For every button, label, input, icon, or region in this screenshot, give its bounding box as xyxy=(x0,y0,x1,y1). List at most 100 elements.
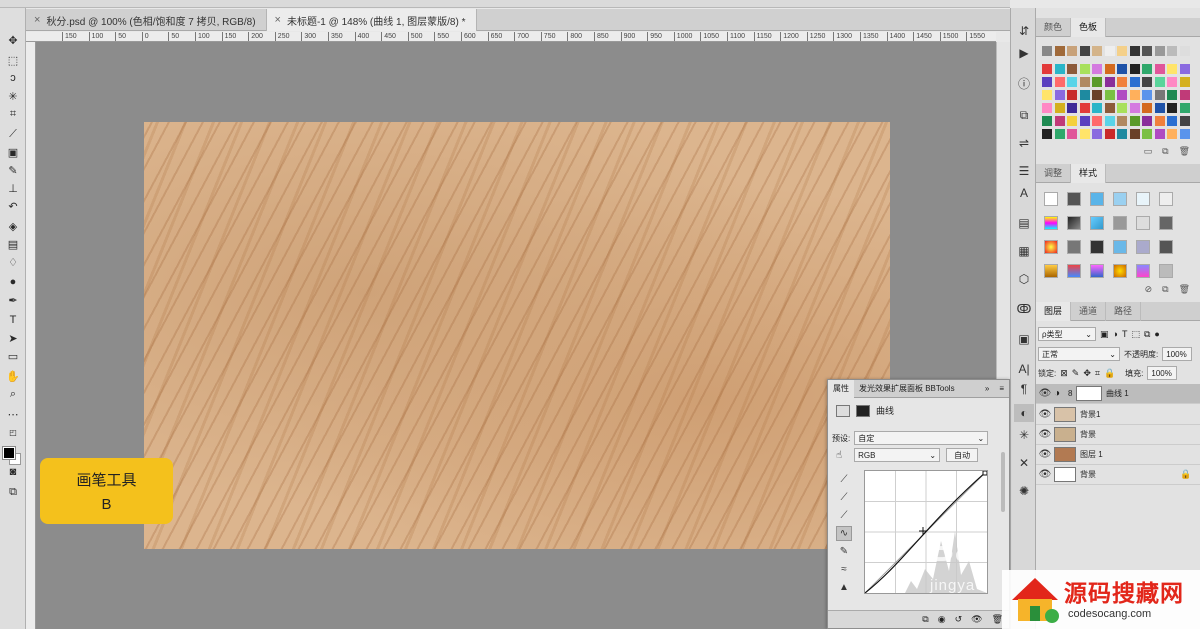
eyedropper-tool-icon[interactable]: ⟋ xyxy=(3,126,23,142)
delete-icon[interactable]: 🗑 xyxy=(1179,284,1190,298)
color-swatch[interactable] xyxy=(1067,116,1077,126)
fill-field[interactable]: 100% xyxy=(1147,366,1178,380)
style-swatch[interactable] xyxy=(1136,264,1150,278)
visibility-eye-icon[interactable]: 👁 xyxy=(1036,388,1054,399)
color-swatch[interactable] xyxy=(1167,129,1177,139)
visibility-eye-icon[interactable]: 👁 xyxy=(1036,469,1054,480)
color-swatch[interactable] xyxy=(1067,103,1077,113)
style-swatch[interactable] xyxy=(1044,264,1058,278)
color-swatch[interactable] xyxy=(1179,64,1190,74)
color-swatch[interactable] xyxy=(1054,90,1065,100)
color-swatch[interactable] xyxy=(1042,116,1052,126)
style-swatch[interactable] xyxy=(1067,216,1081,230)
color-swatch[interactable] xyxy=(1179,90,1190,100)
tab-paths[interactable]: 路径 xyxy=(1106,302,1142,321)
color-swatch[interactable] xyxy=(1129,64,1140,74)
info-icon[interactable]: ⓘ xyxy=(1014,74,1034,92)
color-swatch[interactable] xyxy=(1042,64,1052,74)
color-swatch[interactable] xyxy=(1067,64,1077,74)
crop-tool-icon[interactable]: ⌗ xyxy=(3,106,23,122)
filter-shape-icon[interactable]: ⬚ xyxy=(1131,329,1140,340)
new-swatch-group-icon[interactable]: ▭ xyxy=(1144,146,1153,160)
preset-dropdown[interactable]: 自定 ⌄ xyxy=(854,431,989,445)
foreground-color-swatch[interactable] xyxy=(2,446,16,460)
3d-icon[interactable]: ⬡ xyxy=(1014,270,1034,288)
brush-tool-icon[interactable]: ✎ xyxy=(3,162,23,178)
color-swatch[interactable] xyxy=(1054,129,1065,139)
color-swatch[interactable] xyxy=(1104,90,1115,100)
color-swatch[interactable] xyxy=(1179,103,1190,113)
color-swatch[interactable] xyxy=(1092,46,1102,56)
color-swatch[interactable] xyxy=(1092,77,1102,87)
tab-adjustments[interactable]: 调整 xyxy=(1036,164,1072,183)
color-swatch[interactable] xyxy=(1179,46,1190,56)
color-swatch[interactable] xyxy=(1067,129,1077,139)
delete-icon[interactable]: 🗑 xyxy=(1179,146,1190,160)
marquee-tool-icon[interactable]: ⬚ xyxy=(3,52,23,68)
color-swatch[interactable] xyxy=(1104,64,1115,74)
color-swatch[interactable] xyxy=(1104,77,1115,87)
color-swatch[interactable] xyxy=(1142,90,1152,100)
character-styles-icon[interactable]: A| xyxy=(1014,360,1034,378)
color-swatch[interactable] xyxy=(1154,116,1165,126)
color-swatch[interactable] xyxy=(1042,77,1052,87)
filter-adjustment-icon[interactable]: ◑ xyxy=(1113,329,1118,339)
style-swatch[interactable] xyxy=(1067,264,1081,278)
opacity-field[interactable]: 100% xyxy=(1162,347,1193,361)
lasso-tool-icon[interactable]: ↄ xyxy=(3,70,23,86)
color-swatch[interactable] xyxy=(1092,116,1102,126)
style-swatch[interactable] xyxy=(1090,240,1104,254)
style-swatch[interactable] xyxy=(1090,264,1104,278)
character-icon[interactable]: A xyxy=(1014,184,1034,202)
color-swatch[interactable] xyxy=(1054,116,1065,126)
healing-brush-tool-icon[interactable]: ▣ xyxy=(3,144,23,160)
color-swatch[interactable] xyxy=(1079,103,1090,113)
color-swatch[interactable] xyxy=(1054,64,1065,74)
tab-styles[interactable]: 样式 xyxy=(1071,164,1107,183)
color-swatch[interactable] xyxy=(1129,116,1140,126)
color-swatch[interactable] xyxy=(1142,46,1152,56)
color-swatch[interactable] xyxy=(1129,103,1140,113)
style-swatch[interactable] xyxy=(1044,240,1058,254)
color-swatch[interactable] xyxy=(1079,116,1090,126)
color-swatch[interactable] xyxy=(1079,90,1090,100)
color-swatch[interactable] xyxy=(1179,116,1190,126)
color-swatch[interactable] xyxy=(1079,129,1090,139)
paragraph-icon[interactable]: ▤ xyxy=(1014,214,1034,232)
properties-icon[interactable]: ▣ xyxy=(1014,330,1034,348)
document-tab-1[interactable]: × 秋分.psd @ 100% (色相/饱和度 7 拷贝, RGB/8) xyxy=(26,9,267,31)
history-icon[interactable]: ⇵ xyxy=(1014,22,1034,40)
color-swatch[interactable] xyxy=(1117,77,1127,87)
pen-tool-icon[interactable]: ✒ xyxy=(3,292,23,308)
channel-dropdown[interactable]: RGB ⌄ xyxy=(854,448,941,462)
type-tool-icon[interactable]: T xyxy=(3,312,23,328)
color-swatch[interactable] xyxy=(1104,116,1115,126)
close-icon[interactable]: × xyxy=(275,14,281,26)
properties-scrollbar[interactable] xyxy=(1001,452,1005,512)
panel-menu-icon[interactable]: ≡ xyxy=(994,384,1009,393)
filter-type-icon[interactable]: T xyxy=(1122,329,1128,339)
auto-button[interactable]: 自动 xyxy=(946,448,979,462)
style-swatch[interactable] xyxy=(1136,216,1150,230)
color-swatch[interactable] xyxy=(1129,46,1140,56)
lock-pixels-icon[interactable]: ✎ xyxy=(1072,368,1080,379)
color-swatch[interactable] xyxy=(1142,77,1152,87)
history-brush-tool-icon[interactable]: ↶ xyxy=(3,198,23,214)
color-swatch[interactable] xyxy=(1154,77,1165,87)
color-swatch[interactable] xyxy=(1104,103,1115,113)
move-tool-icon[interactable]: ✥ xyxy=(3,32,23,48)
document-canvas[interactable] xyxy=(144,122,890,549)
color-swatch[interactable] xyxy=(1079,64,1090,74)
layer-mask-thumbnail[interactable] xyxy=(1076,386,1102,401)
eraser-tool-icon[interactable]: ◈ xyxy=(3,218,23,234)
color-swatch[interactable] xyxy=(1054,103,1065,113)
color-swatch[interactable] xyxy=(1167,46,1177,56)
color-swatch[interactable] xyxy=(1142,64,1152,74)
paragraph-mark-icon[interactable]: ¶ xyxy=(1014,380,1034,398)
color-swatch[interactable] xyxy=(1154,46,1165,56)
lock-transparent-icon[interactable]: ⊠ xyxy=(1060,368,1068,379)
color-swatch[interactable] xyxy=(1129,90,1140,100)
blend-mode-dropdown[interactable]: 正常 ⌄ xyxy=(1038,347,1120,361)
color-swatch[interactable] xyxy=(1092,64,1102,74)
layer-row[interactable]: 👁 背景 🔒 xyxy=(1036,465,1200,485)
